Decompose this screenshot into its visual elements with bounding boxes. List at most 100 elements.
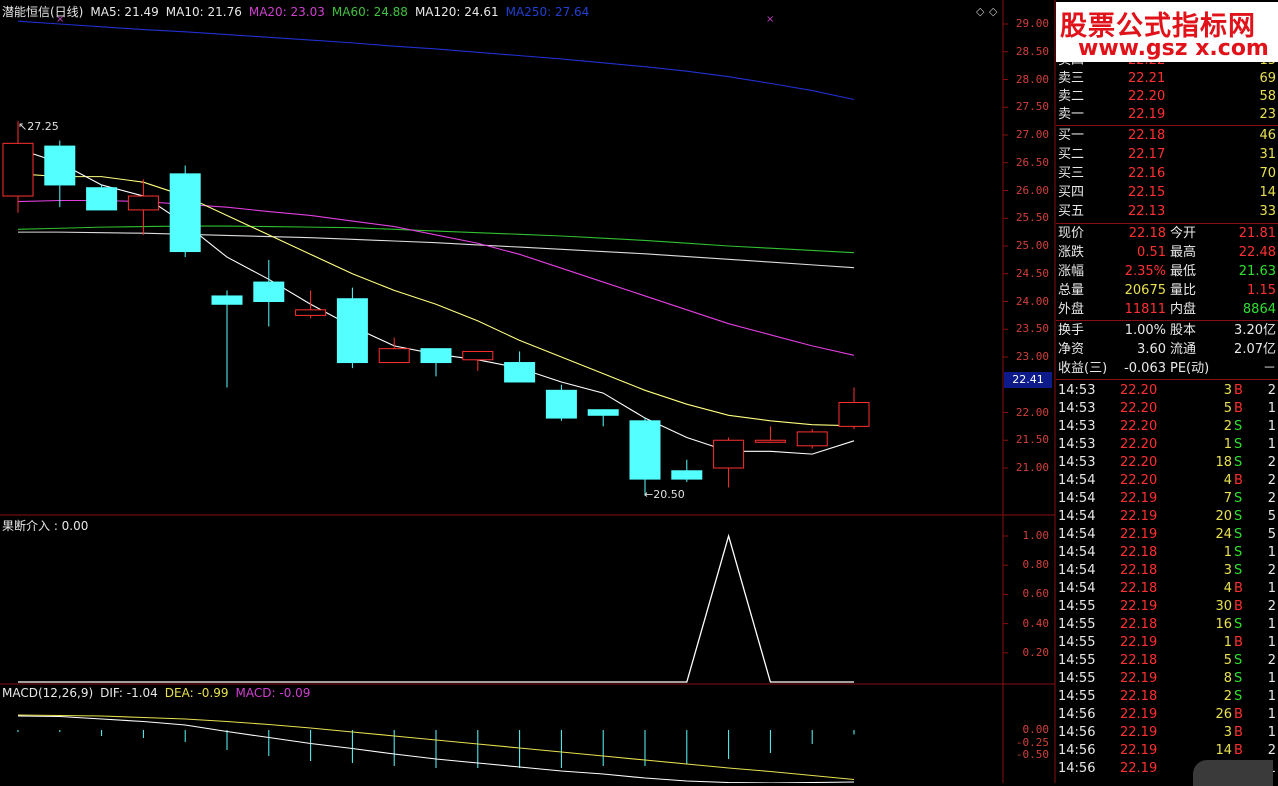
tick-row[interactable]: 14:54 22.18 4 B 1 (1056, 580, 1278, 598)
candle-body (629, 420, 661, 480)
tick-time: 14:53 (1058, 401, 1096, 416)
cross-marker-icon: × (56, 14, 65, 25)
ma-legend-item: MA20: 23.03 (248, 5, 325, 19)
tick-side: B (1234, 581, 1243, 596)
bid-row[interactable]: 买二 22.17 31 (1056, 146, 1278, 164)
tick-price: 22.19 (1120, 491, 1158, 506)
tick-time: 14:54 (1058, 545, 1096, 560)
bid-volume: 14 (1259, 185, 1276, 200)
fund-label: 净资 (1058, 342, 1085, 357)
price-tick: 26.50 (1015, 155, 1049, 169)
tick-row[interactable]: 14:54 22.19 24 S 5 (1056, 526, 1278, 544)
fund-row[interactable]: 净资 3.60 流通 2.07亿 (1056, 341, 1278, 359)
tick-row[interactable]: 14:55 22.19 1 B 1 (1056, 634, 1278, 652)
tick-side: B (1234, 401, 1243, 416)
tick-side: S (1234, 419, 1243, 434)
bid-label: 买二 (1058, 147, 1085, 162)
tick-row[interactable]: 14:55 22.19 8 S 1 (1056, 670, 1278, 688)
tick-row[interactable]: 14:53 22.20 18 S 2 (1056, 454, 1278, 472)
tick-row[interactable]: 14:53 22.20 5 B 1 (1056, 400, 1278, 418)
tick-time: 14:53 (1058, 383, 1096, 398)
tick-volume: 7 (1223, 491, 1232, 506)
high-marker: ↖27.25 (18, 120, 59, 133)
tick-side: S (1234, 527, 1243, 542)
stat-row[interactable]: 外盘 11811 内盘 8864 (1056, 301, 1278, 319)
tick-row[interactable]: 14:53 22.20 1 S 1 (1056, 436, 1278, 454)
ask-row[interactable]: 卖一 22.19 23 (1056, 106, 1278, 124)
tick-row[interactable]: 14:56 22.19 3 B 1 (1056, 724, 1278, 742)
tick-volume: 4 (1223, 473, 1232, 488)
fund-row[interactable]: 换手 1.00% 股本 3.20亿 (1056, 322, 1278, 340)
candle-body (378, 348, 410, 364)
stock-name: 潜能恒信(日线) (2, 5, 84, 19)
fund-label: 股本 (1170, 323, 1197, 338)
diamond-icon[interactable]: ◇ (976, 5, 984, 18)
tick-row[interactable]: 14:54 22.19 20 S 5 (1056, 508, 1278, 526)
ask-row[interactable]: 卖二 22.20 58 (1056, 88, 1278, 106)
diamond-icon[interactable]: ◇ (989, 5, 997, 18)
stat-label: 外盘 (1058, 302, 1085, 317)
ask-row[interactable]: 卖三 22.21 69 (1056, 70, 1278, 88)
tick-volume: 30 (1215, 599, 1232, 614)
tick-row[interactable]: 14:56 22.19 26 B 1 (1056, 706, 1278, 724)
tick-row[interactable]: 14:53 22.20 3 B 2 (1056, 382, 1278, 400)
tick-row[interactable]: 14:55 22.18 16 S 1 (1056, 616, 1278, 634)
indicator-tick: 1.00 (1022, 529, 1050, 542)
stat-value: 2.35% (1124, 264, 1166, 279)
tick-row[interactable]: 14:53 22.20 2 S 1 (1056, 418, 1278, 436)
bid-row[interactable]: 买三 22.16 70 (1056, 165, 1278, 183)
tick-time: 14:55 (1058, 599, 1096, 614)
bid-row[interactable]: 买五 22.13 33 (1056, 203, 1278, 221)
tick-row[interactable]: 14:54 22.19 7 S 2 (1056, 490, 1278, 508)
candle-body (253, 281, 285, 303)
ma-legend-item: MA5: 21.49 (90, 5, 159, 19)
stat-row[interactable]: 总量 20675 量比 1.15 (1056, 282, 1278, 300)
tick-volume: 3 (1223, 563, 1232, 578)
stat-label: 涨跌 (1058, 245, 1085, 260)
tick-row[interactable]: 14:55 22.18 2 S 1 (1056, 688, 1278, 706)
tick-row[interactable]: 14:54 22.20 4 B 2 (1056, 472, 1278, 490)
tick-price: 22.20 (1120, 383, 1158, 398)
stat-label: 涨幅 (1058, 264, 1085, 279)
tick-row[interactable]: 14:54 22.18 1 S 1 (1056, 544, 1278, 562)
tick-count: 1 (1267, 671, 1276, 686)
fund-label: 收益(三) (1058, 361, 1108, 376)
bid-row[interactable]: 买四 22.15 14 (1056, 184, 1278, 202)
tick-count: 2 (1267, 599, 1276, 614)
stat-label: 量比 (1170, 283, 1197, 298)
network-speed-widget[interactable] (1193, 760, 1273, 786)
ask-price: 22.19 (1128, 107, 1166, 122)
tick-row[interactable]: 14:54 22.18 3 S 2 (1056, 562, 1278, 580)
stat-row[interactable]: 现价 22.18 今开 21.81 (1056, 225, 1278, 243)
tick-time: 14:56 (1058, 725, 1096, 740)
candle-body (796, 431, 828, 447)
tick-count: 1 (1267, 635, 1276, 650)
price-tick: 28.00 (1015, 72, 1049, 86)
tick-time: 14:54 (1058, 563, 1096, 578)
tick-count: 1 (1267, 617, 1276, 632)
price-tick: 26.00 (1015, 183, 1049, 197)
tick-price: 22.20 (1120, 419, 1158, 434)
tick-side: B (1234, 473, 1243, 488)
price-tick: 21.50 (1015, 433, 1049, 447)
stat-row[interactable]: 涨跌 0.51 最高 22.48 (1056, 244, 1278, 262)
tick-row[interactable]: 14:55 22.19 30 B 2 (1056, 598, 1278, 616)
bid-row[interactable]: 买一 22.18 46 (1056, 127, 1278, 145)
tick-volume: 26 (1215, 707, 1232, 722)
tick-volume: 20 (1215, 509, 1232, 524)
tick-volume: 4 (1223, 581, 1232, 596)
fund-row[interactable]: 收益(三) -0.063 PE(动) － (1056, 360, 1278, 378)
tick-side: S (1234, 455, 1243, 470)
stat-row[interactable]: 涨幅 2.35% 最低 21.63 (1056, 263, 1278, 281)
tick-row[interactable]: 14:55 22.18 5 S 2 (1056, 652, 1278, 670)
tick-side: S (1234, 545, 1243, 560)
tick-side: S (1234, 617, 1243, 632)
tick-volume: 8 (1223, 671, 1232, 686)
tick-count: 1 (1267, 707, 1276, 722)
current-price-tag: 22.41 (1004, 372, 1052, 388)
tick-time: 14:55 (1058, 653, 1096, 668)
fund-label: 换手 (1058, 323, 1085, 338)
tick-row[interactable]: 14:56 22.19 14 B 2 (1056, 742, 1278, 760)
tick-count: 1 (1267, 689, 1276, 704)
ma-legend-item: MA250: 27.64 (505, 5, 590, 19)
